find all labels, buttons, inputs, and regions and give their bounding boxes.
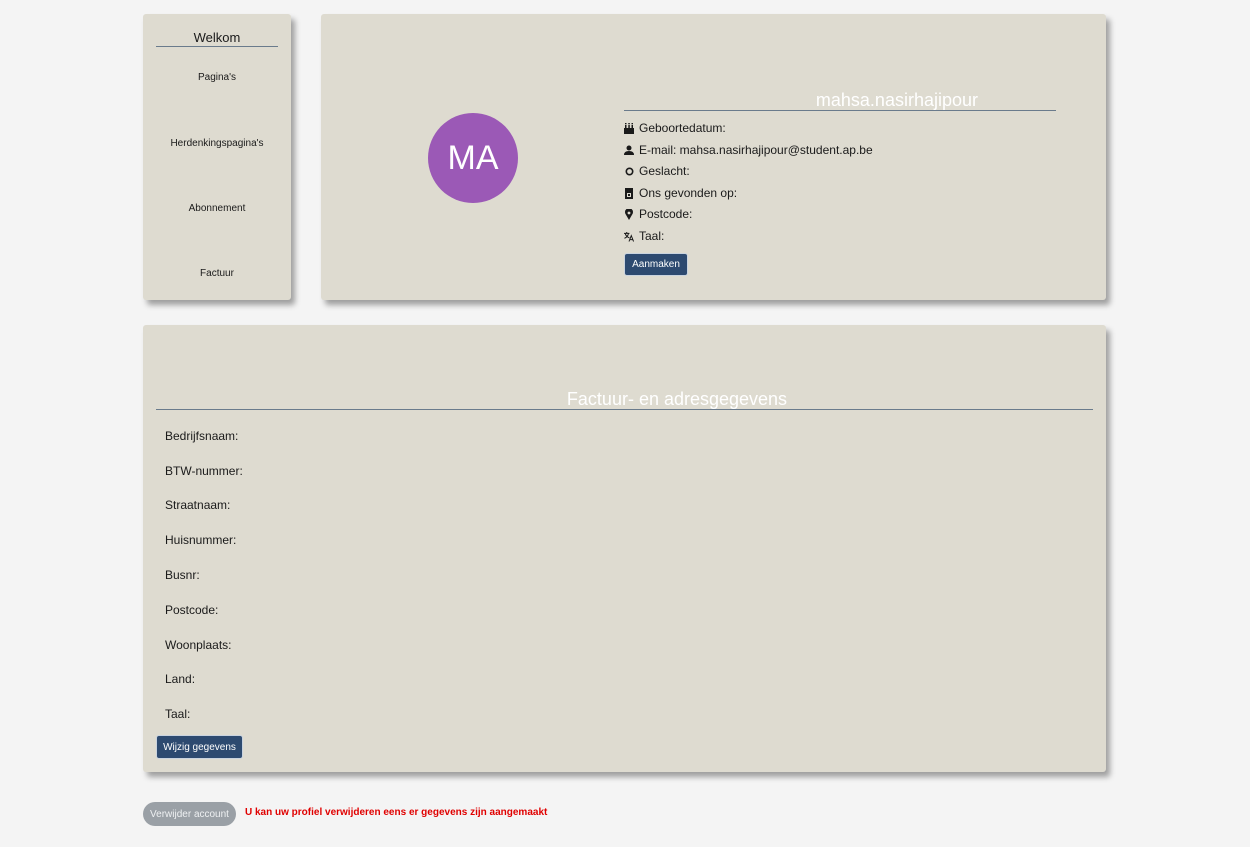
- sidebar-title: Welkom: [156, 30, 278, 47]
- profile-field-label: Geboortedatum:: [639, 121, 726, 135]
- billing-field-language: Taal:: [165, 707, 191, 721]
- translate-icon: [624, 230, 634, 242]
- billing-field-street: Straatnaam:: [165, 498, 231, 512]
- cake-icon: [624, 122, 634, 134]
- profile-field-referral: Ons gevonden op:: [624, 186, 737, 200]
- profile-card: MA mahsa.nasirhajipour Geboortedatum: E-…: [321, 14, 1106, 300]
- circle-icon: [624, 165, 634, 177]
- document-icon: [624, 187, 634, 199]
- sidebar-item-herdenkingspaginas[interactable]: Herdenkingspagina's: [143, 138, 291, 149]
- user-icon: [624, 144, 634, 156]
- profile-username: mahsa.nasirhajipour: [624, 90, 1056, 111]
- sidebar-item-factuur[interactable]: Factuur: [143, 268, 291, 279]
- billing-field-postcode: Postcode:: [165, 603, 219, 617]
- billing-field-country: Land:: [165, 672, 196, 686]
- delete-account-note: U kan uw profiel verwijderen eens er geg…: [245, 807, 548, 818]
- billing-field-company: Bedrijfsnaam:: [165, 429, 239, 443]
- billing-field-vat: BTW-nummer:: [165, 464, 243, 478]
- avatar: MA: [428, 113, 518, 203]
- profile-field-label: Postcode:: [639, 207, 693, 221]
- edit-details-button[interactable]: Wijzig gegevens: [156, 735, 243, 759]
- profile-field-label: Taal:: [639, 229, 665, 243]
- create-button[interactable]: Aanmaken: [624, 253, 688, 276]
- profile-field-postcode: Postcode:: [624, 207, 692, 221]
- billing-field-city: Woonplaats:: [165, 638, 232, 652]
- sidebar-item-abonnement[interactable]: Abonnement: [143, 203, 291, 214]
- profile-field-email: E-mail: mahsa.nasirhajipour@student.ap.b…: [624, 143, 873, 157]
- billing-card: Factuur- en adresgegevens Bedrijfsnaam: …: [143, 325, 1106, 772]
- sidebar-item-paginas[interactable]: Pagina's: [143, 72, 291, 83]
- billing-field-house-number: Huisnummer:: [165, 533, 237, 547]
- location-pin-icon: [624, 208, 634, 220]
- billing-field-box-number: Busnr:: [165, 568, 200, 582]
- profile-field-birthdate: Geboortedatum:: [624, 121, 726, 135]
- sidebar: Welkom Pagina's Herdenkingspagina's Abon…: [143, 14, 291, 300]
- profile-field-label: Geslacht:: [639, 164, 690, 178]
- billing-title: Factuur- en adresgegevens: [156, 389, 1093, 410]
- profile-field-gender: Geslacht:: [624, 164, 690, 178]
- profile-field-label: E-mail: mahsa.nasirhajipour@student.ap.b…: [639, 143, 873, 157]
- profile-field-label: Ons gevonden op:: [639, 186, 738, 200]
- delete-account-button[interactable]: Verwijder account: [143, 802, 236, 826]
- profile-field-language: Taal:: [624, 229, 664, 243]
